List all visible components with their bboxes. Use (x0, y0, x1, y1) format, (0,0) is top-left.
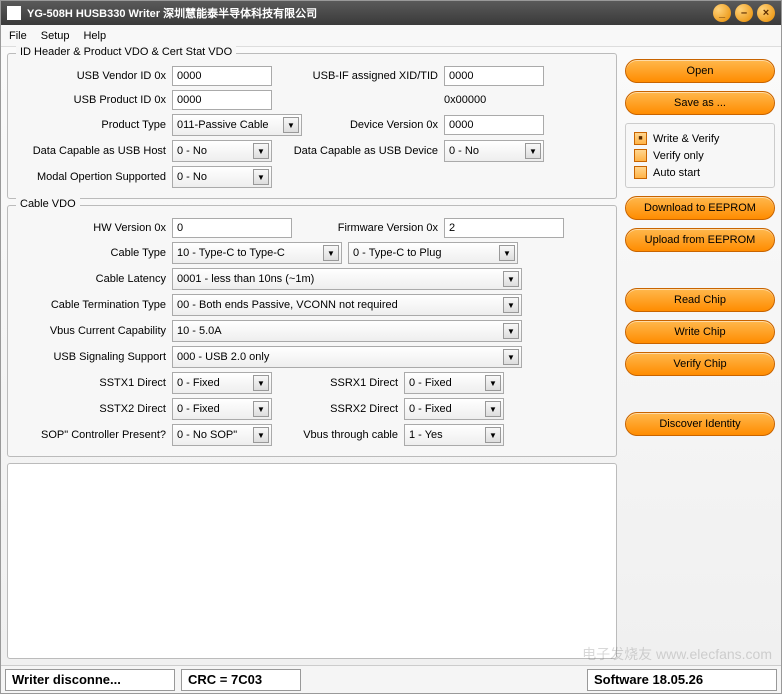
chevron-down-icon: ▼ (323, 245, 339, 261)
write-verify-label: Write & Verify (653, 133, 719, 145)
chevron-down-icon: ▼ (253, 143, 269, 159)
group-id-header: ID Header & Product VDO & Cert Stat VDO … (7, 53, 617, 199)
menu-file[interactable]: File (9, 30, 27, 42)
chevron-down-icon: ▼ (253, 169, 269, 185)
vbus-through-label: Vbus through cable (278, 429, 398, 441)
cable-type2-combo[interactable]: 0 - Type-C to Plug▼ (348, 242, 518, 264)
titlebar: YG-508H HUSB330 Writer 深圳慧能泰半导体科技有限公司 _ … (1, 1, 781, 25)
statusbar: Writer disconne... CRC = 7C03 Software 1… (1, 665, 781, 693)
vbus-current-combo[interactable]: 10 - 5.0A▼ (172, 320, 522, 342)
chevron-down-icon: ▼ (283, 117, 299, 133)
verify-only-checkbox[interactable] (634, 149, 647, 162)
window-title: YG-508H HUSB330 Writer 深圳慧能泰半导体科技有限公司 (27, 5, 709, 21)
status-software: Software 18.05.26 (587, 669, 777, 691)
sstx2-label: SSTX2 Direct (16, 403, 166, 415)
chevron-down-icon: ▼ (485, 375, 501, 391)
group-legend: ID Header & Product VDO & Cert Stat VDO (16, 46, 236, 58)
product-type-label: Product Type (16, 119, 166, 131)
discover-identity-button[interactable]: Discover Identity (625, 412, 775, 436)
fw-version-input[interactable] (444, 218, 564, 238)
write-chip-button[interactable]: Write Chip (625, 320, 775, 344)
menu-help[interactable]: Help (83, 30, 106, 42)
sstx1-label: SSTX1 Direct (16, 377, 166, 389)
vbus-current-label: Vbus Current Capability (16, 325, 166, 337)
ssrx1-label: SSRX1 Direct (278, 377, 398, 389)
device-version-label: Device Version 0x (308, 119, 438, 131)
chevron-down-icon: ▼ (525, 143, 541, 159)
chevron-down-icon: ▼ (253, 427, 269, 443)
maximize-button[interactable]: – (735, 4, 753, 22)
chevron-down-icon: ▼ (485, 427, 501, 443)
chevron-down-icon: ▼ (503, 323, 519, 339)
download-eeprom-button[interactable]: Download to EEPROM (625, 196, 775, 220)
chevron-down-icon: ▼ (253, 401, 269, 417)
sstx2-combo[interactable]: 0 - Fixed▼ (172, 398, 272, 420)
save-as-button[interactable]: Save as ... (625, 91, 775, 115)
vendor-id-label: USB Vendor ID 0x (16, 70, 166, 82)
status-crc: CRC = 7C03 (181, 669, 301, 691)
sop-label: SOP" Controller Present? (16, 429, 166, 441)
vendor-id-input[interactable] (172, 66, 272, 86)
sstx1-combo[interactable]: 0 - Fixed▼ (172, 372, 272, 394)
product-id-input[interactable] (172, 90, 272, 110)
log-area (7, 463, 617, 659)
options-panel: Write & Verify Verify only Auto start (625, 123, 775, 188)
verify-chip-button[interactable]: Verify Chip (625, 352, 775, 376)
cable-latency-combo[interactable]: 0001 - less than 10ns (~1m)▼ (172, 268, 522, 290)
app-icon (7, 6, 21, 20)
group-cable-vdo: Cable VDO HW Version 0x Firmware Version… (7, 205, 617, 457)
modal-operation-combo[interactable]: 0 - No▼ (172, 166, 272, 188)
cable-type-combo[interactable]: 10 - Type-C to Type-C▼ (172, 242, 342, 264)
xid-label: USB-IF assigned XID/TID (278, 70, 438, 82)
termination-label: Cable Termination Type (16, 299, 166, 311)
open-button[interactable]: Open (625, 59, 775, 83)
sop-combo[interactable]: 0 - No SOP"▼ (172, 424, 272, 446)
xid-input[interactable] (444, 66, 544, 86)
read-chip-button[interactable]: Read Chip (625, 288, 775, 312)
chevron-down-icon: ▼ (499, 245, 515, 261)
close-button[interactable]: × (757, 4, 775, 22)
termination-combo[interactable]: 00 - Both ends Passive, VCONN not requir… (172, 294, 522, 316)
chevron-down-icon: ▼ (485, 401, 501, 417)
ssrx2-label: SSRX2 Direct (278, 403, 398, 415)
upload-eeprom-button[interactable]: Upload from EEPROM (625, 228, 775, 252)
cable-latency-label: Cable Latency (16, 273, 166, 285)
signaling-label: USB Signaling Support (16, 351, 166, 363)
group-legend: Cable VDO (16, 198, 80, 210)
device-version-input[interactable] (444, 115, 544, 135)
modal-operation-label: Modal Opertion Supported (16, 171, 166, 183)
xid-hex-label: 0x00000 (444, 94, 544, 106)
device-capable-combo[interactable]: 0 - No▼ (444, 140, 544, 162)
chevron-down-icon: ▼ (503, 297, 519, 313)
host-capable-label: Data Capable as USB Host (16, 145, 166, 157)
minimize-button[interactable]: _ (713, 4, 731, 22)
hw-version-input[interactable] (172, 218, 292, 238)
menubar: File Setup Help (1, 25, 781, 47)
verify-only-label: Verify only (653, 150, 704, 162)
product-id-label: USB Product ID 0x (16, 94, 166, 106)
auto-start-checkbox[interactable] (634, 166, 647, 179)
chevron-down-icon: ▼ (503, 349, 519, 365)
vbus-through-combo[interactable]: 1 - Yes▼ (404, 424, 504, 446)
product-type-combo[interactable]: 011-Passive Cable▼ (172, 114, 302, 136)
device-capable-label: Data Capable as USB Device (278, 145, 438, 157)
ssrx2-combo[interactable]: 0 - Fixed▼ (404, 398, 504, 420)
menu-setup[interactable]: Setup (41, 30, 70, 42)
write-verify-checkbox[interactable] (634, 132, 647, 145)
chevron-down-icon: ▼ (503, 271, 519, 287)
status-writer: Writer disconne... (5, 669, 175, 691)
ssrx1-combo[interactable]: 0 - Fixed▼ (404, 372, 504, 394)
chevron-down-icon: ▼ (253, 375, 269, 391)
hw-version-label: HW Version 0x (16, 222, 166, 234)
host-capable-combo[interactable]: 0 - No▼ (172, 140, 272, 162)
signaling-combo[interactable]: 000 - USB 2.0 only▼ (172, 346, 522, 368)
auto-start-label: Auto start (653, 167, 700, 179)
fw-version-label: Firmware Version 0x (298, 222, 438, 234)
cable-type-label: Cable Type (16, 247, 166, 259)
